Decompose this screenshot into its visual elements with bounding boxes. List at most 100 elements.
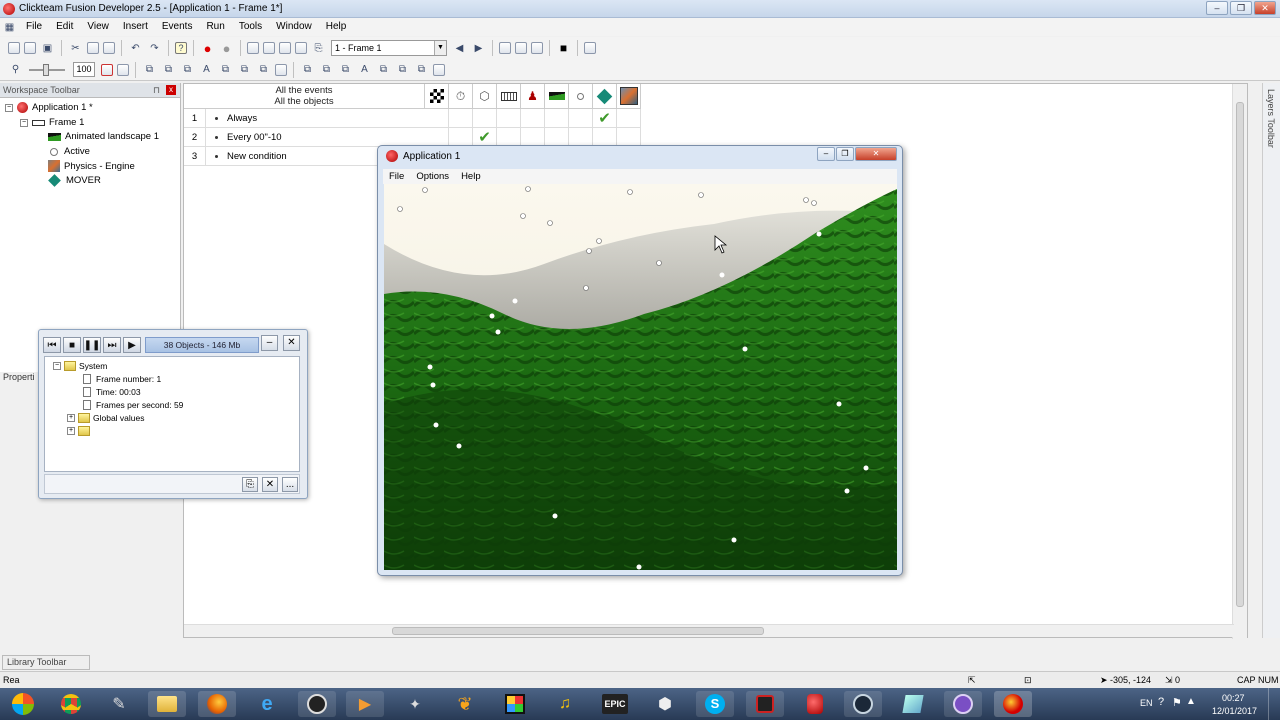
tile-windows-icon[interactable] <box>515 42 527 54</box>
align-icon[interactable]: ⧉ <box>161 62 176 77</box>
stop-icon[interactable]: ■ <box>63 337 81 353</box>
tree-item-application[interactable]: − Application 1 * <box>5 102 93 113</box>
menu-help[interactable]: Help <box>319 18 354 36</box>
menu-file[interactable]: File <box>19 18 49 36</box>
taskbar-grid-app[interactable] <box>496 691 534 717</box>
text-align-icon[interactable]: A <box>357 62 372 77</box>
taskbar-headset-app[interactable]: ♫ <box>546 691 584 717</box>
event-cell[interactable] <box>497 109 521 128</box>
taskbar-epic-games[interactable]: EPIC <box>596 691 634 717</box>
taskbar-internet-explorer[interactable]: e <box>248 691 286 717</box>
tree-item-frame-number[interactable]: Frame number: 1 <box>83 374 161 384</box>
more-options-button[interactable]: ... <box>282 477 298 492</box>
tree-item-global-values[interactable]: + Global values <box>67 413 145 423</box>
align-icon[interactable]: ⧉ <box>180 62 195 77</box>
event-row[interactable]: 1 Always <box>184 109 425 128</box>
tree-item-fps[interactable]: Frames per second: 59 <box>83 400 183 410</box>
menu-insert[interactable]: Insert <box>116 18 155 36</box>
close-button[interactable]: ✕ <box>855 147 897 161</box>
taskbar-fusion-runtime[interactable] <box>796 691 834 717</box>
taskbar-red-app[interactable] <box>746 691 784 717</box>
close-icon[interactable]: x <box>166 85 176 95</box>
frame-selector[interactable]: 1 - Frame 1 ▼ <box>331 40 447 56</box>
cascade-windows-icon[interactable] <box>499 42 511 54</box>
distribute-icon[interactable]: ⧉ <box>395 62 410 77</box>
run-frame-icon[interactable]: ● <box>219 41 234 56</box>
menu-edit[interactable]: Edit <box>49 18 80 36</box>
distribute-icon[interactable]: ⧉ <box>414 62 429 77</box>
event-condition[interactable]: Every 00"-10 <box>227 132 282 143</box>
game-canvas[interactable] <box>384 184 897 570</box>
restore-button[interactable]: ❐ <box>836 147 854 161</box>
taskbar-unity[interactable]: ⬢ <box>646 691 684 717</box>
align-icon[interactable]: ⧉ <box>256 62 271 77</box>
object-column-active[interactable] <box>569 84 593 109</box>
event-cell[interactable] <box>545 109 569 128</box>
open-file-icon[interactable] <box>24 42 36 54</box>
collapse-icon[interactable]: − <box>5 103 13 112</box>
align-icon[interactable]: ⧉ <box>142 62 157 77</box>
taskbar-purple-app[interactable] <box>944 691 982 717</box>
text-align-icon[interactable]: A <box>199 62 214 77</box>
scrollbar-thumb[interactable] <box>392 627 764 635</box>
clock-date[interactable]: 12/01/2017 <box>1212 706 1257 716</box>
menu-view[interactable]: View <box>80 18 116 36</box>
library-toolbar-tab[interactable]: Library Toolbar <box>2 655 90 670</box>
minimize-button[interactable]: – <box>1206 1 1228 15</box>
taskbar-fl-studio[interactable]: ❦ <box>446 691 484 717</box>
restart-icon[interactable]: ⏮ <box>43 337 61 353</box>
tree-item-frame[interactable]: − Frame 1 <box>20 117 84 128</box>
menu-run[interactable]: Run <box>199 18 231 36</box>
tree-item-objects[interactable]: + <box>67 426 93 436</box>
tree-item-active[interactable]: Active <box>48 146 90 157</box>
restore-button[interactable]: ❐ <box>1230 1 1252 15</box>
cut-icon[interactable]: ✂ <box>68 41 83 56</box>
object-column-timer[interactable]: ⏱ <box>449 84 473 109</box>
storyboard-editor-icon[interactable] <box>247 42 259 54</box>
layers-toolbar[interactable]: Layers Toolbar <box>1262 83 1280 638</box>
play-icon[interactable]: ▶ <box>123 337 141 353</box>
paste-icon[interactable] <box>103 42 115 54</box>
minimize-button[interactable]: – <box>817 147 835 161</box>
event-cell[interactable] <box>425 109 449 128</box>
tree-item-animated-landscape[interactable]: Animated landscape 1 <box>48 131 159 142</box>
run-application-icon[interactable]: ● <box>200 41 215 56</box>
remove-icon[interactable]: ✕ <box>262 477 278 492</box>
menu-tools[interactable]: Tools <box>232 18 269 36</box>
event-list-icon[interactable] <box>295 42 307 54</box>
zoom-icon[interactable]: ⚲ <box>8 62 23 77</box>
start-button[interactable] <box>4 691 42 717</box>
tree-item-mover[interactable]: MOVER <box>48 174 101 187</box>
event-editor-icon[interactable] <box>279 42 291 54</box>
clock-time[interactable]: 00:27 <box>1222 693 1245 703</box>
scrollbar-thumb[interactable] <box>1236 102 1244 607</box>
menu-events[interactable]: Events <box>155 18 200 36</box>
debugger-close-button[interactable]: ✕ <box>283 335 300 351</box>
taskbar-firefox[interactable] <box>198 691 236 717</box>
tree-item-system[interactable]: − System <box>53 361 107 371</box>
help-icon[interactable]: ? <box>1158 696 1164 708</box>
network-icon[interactable]: ⚑ <box>1172 696 1182 709</box>
tray-expand-icon[interactable]: ▲ <box>1186 696 1196 707</box>
align-icon[interactable]: ⧉ <box>218 62 233 77</box>
zoom-slider-knob[interactable] <box>43 63 49 76</box>
debugger-minimize-button[interactable]: – <box>261 335 278 351</box>
event-cell[interactable] <box>449 109 473 128</box>
pause-icon[interactable]: ❚❚ <box>83 337 101 353</box>
app-menu-file[interactable]: File <box>383 171 410 182</box>
object-column-mover[interactable] <box>593 84 617 109</box>
collapse-icon[interactable]: − <box>20 118 28 127</box>
object-column-player[interactable]: ♟ <box>521 84 545 109</box>
taskbar-glass-app[interactable] <box>894 691 932 717</box>
data-elements-icon[interactable]: ⎘ <box>311 41 326 56</box>
toolbar-options-icon[interactable] <box>584 42 596 54</box>
undo-icon[interactable]: ↶ <box>128 41 143 56</box>
object-column-keyboard[interactable] <box>497 84 521 109</box>
tree-item-physics-engine[interactable]: Physics - Engine <box>48 160 135 172</box>
grid-icon[interactable] <box>101 63 113 76</box>
distribute-icon[interactable]: ⧉ <box>300 62 315 77</box>
collapse-icon[interactable]: − <box>53 362 61 370</box>
event-cell-checked[interactable]: ✔ <box>593 109 617 128</box>
app-menu-help[interactable]: Help <box>455 171 487 182</box>
copy-icon[interactable] <box>87 42 99 54</box>
